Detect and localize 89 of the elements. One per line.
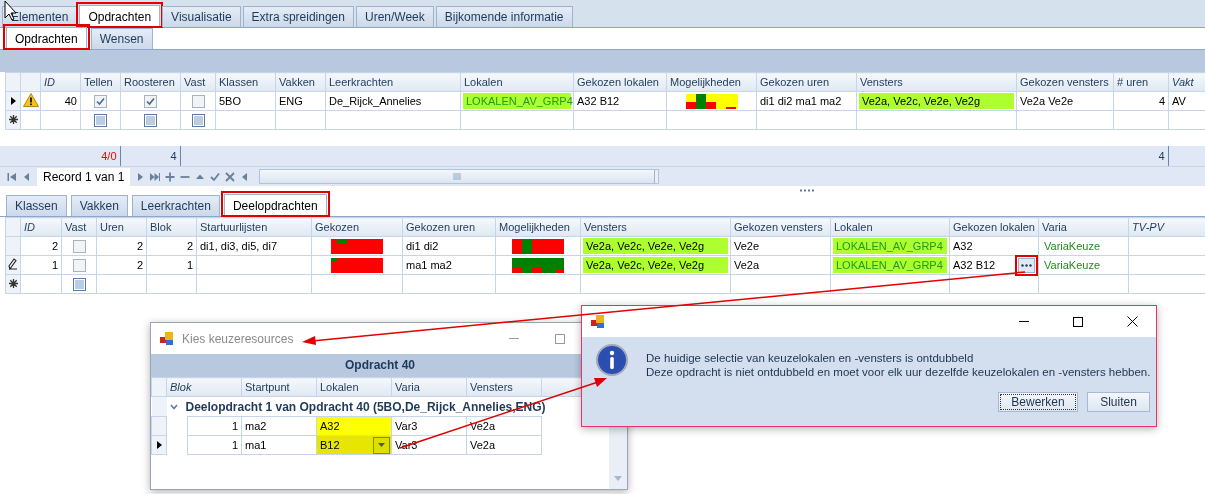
column-header[interactable]: Klassen	[215, 72, 276, 92]
tab[interactable]: Bijkomende informatie	[435, 6, 573, 27]
column-header[interactable]: ID	[20, 217, 62, 237]
message-text: De huidige selectie van keuzelokalen en -vensters is ontdubbeld	[646, 352, 975, 364]
table-cell: B12	[320, 439, 340, 451]
table-cell: di1, di3, di5, di7	[196, 236, 312, 256]
table-cell: 5BO	[215, 91, 276, 111]
column-header[interactable]: Gekozen vensters	[730, 217, 831, 237]
table-cell: 2	[146, 236, 197, 256]
table-cell: 40	[40, 91, 81, 111]
column-header[interactable]: Startuurlijsten	[196, 217, 312, 237]
tab[interactable]: Klassen	[6, 195, 67, 216]
table-cell: A32	[949, 236, 1039, 256]
table-cell: ENG	[275, 91, 326, 111]
column-header[interactable]: Varia	[391, 377, 467, 397]
tab[interactable]: Opdrachten	[6, 27, 87, 49]
table-cell: Var3	[391, 416, 467, 436]
column-header[interactable]: Uren	[96, 217, 147, 237]
table-cell: 2	[96, 236, 147, 256]
column-header[interactable]: Gekozen lokalen	[949, 217, 1039, 237]
table-cell: 2	[96, 255, 147, 275]
column-header[interactable]: TV-PV	[1128, 217, 1205, 237]
table-cell: di1 di2	[402, 236, 496, 256]
tab[interactable]: Opdrachten	[79, 5, 161, 27]
column-header[interactable]: # uren	[1113, 72, 1169, 92]
column-header[interactable]: Varia	[1038, 217, 1129, 237]
table-cell: Ve2a, Ve2c, Ve2e, Ve2g	[583, 257, 728, 273]
table-cell: A32 B12	[953, 259, 996, 271]
table-cell: ma1 ma2	[402, 255, 496, 275]
table-cell: Ve2e	[730, 236, 831, 256]
column-header[interactable]: Blok	[146, 217, 197, 237]
table-cell: 1	[20, 255, 62, 275]
table-cell: ma2	[241, 416, 317, 436]
table-cell: Ve2a, Ve2c, Ve2e, Ve2g	[859, 93, 1014, 109]
column-header[interactable]: Mogelijkheden	[495, 217, 581, 237]
tab[interactable]: Wensen	[90, 28, 153, 49]
column-header[interactable]: Roosteren	[120, 72, 181, 92]
column-header[interactable]: Vensters	[466, 377, 542, 397]
table-cell: LOKALEN_AV_GRP4	[833, 257, 947, 273]
column-header[interactable]: ID	[40, 72, 81, 92]
dialog-button[interactable]: Sluiten	[1087, 392, 1150, 412]
table-cell: A32 B12	[573, 91, 667, 111]
column-header[interactable]: Gekozen uren	[402, 217, 496, 237]
tab[interactable]: Uren/Week	[355, 6, 434, 27]
column-header[interactable]: Vast	[61, 217, 97, 237]
table-cell: Ve2a Ve2e	[1016, 91, 1114, 111]
column-header[interactable]: Lokalen	[830, 217, 950, 237]
table-cell: 1	[187, 435, 242, 455]
table-cell: LOKALEN_AV_GRP4	[833, 238, 947, 254]
column-header[interactable]: Gekozen uren	[756, 72, 857, 92]
table-cell: Ve2a	[466, 435, 542, 455]
table-cell: A32	[316, 416, 392, 436]
column-header[interactable]: Tellen	[80, 72, 121, 92]
column-header[interactable]: Vast	[180, 72, 216, 92]
table-cell: VariaKeuze	[1038, 255, 1129, 275]
tab[interactable]: Deelopdrachten	[223, 194, 327, 216]
table-cell: 4	[1113, 91, 1169, 111]
table-cell: Ve2a, Ve2c, Ve2e, Ve2g	[583, 238, 728, 254]
table-cell: 1	[146, 255, 197, 275]
column-header[interactable]: Gekozen lokalen	[573, 72, 667, 92]
table-cell: 2	[20, 236, 62, 256]
window-title: Kies keuzeresources	[182, 331, 294, 346]
table-cell: De_Rijck_Annelies	[325, 91, 461, 111]
tab[interactable]: Vakken	[70, 195, 128, 216]
column-header[interactable]: Lokalen	[460, 72, 574, 92]
column-header[interactable]: Lokalen	[316, 377, 392, 397]
column-header[interactable]: Gekozen	[311, 217, 403, 237]
column-header[interactable]: Mogelijkheden	[666, 72, 757, 92]
message-text: Deze opdracht is niet ontdubbeld en moet voor elk uur dezelfde keuzelokalen en -vensters hebben.	[646, 366, 1151, 378]
record-label: Record 1 van 1	[37, 167, 131, 186]
tab[interactable]: Extra spreidingen	[242, 6, 354, 27]
column-header[interactable]: Leerkrachten	[325, 72, 461, 92]
column-header[interactable]: Blok	[166, 377, 242, 397]
table-cell: ma1	[241, 435, 317, 455]
column-header[interactable]: Vakt	[1168, 72, 1205, 92]
column-header[interactable]: Startpunt	[241, 377, 317, 397]
summary-value: 4	[120, 146, 180, 166]
table-cell: Ve2a	[730, 255, 831, 275]
table-cell: Ve2a	[466, 416, 542, 436]
column-header[interactable]: Vakken	[275, 72, 326, 92]
dialog-button[interactable]: Bewerken	[998, 392, 1078, 412]
column-header[interactable]: Gekozen vensters	[1016, 72, 1114, 92]
column-header[interactable]: Vensters	[856, 72, 1017, 92]
column-header[interactable]: Vensters	[580, 217, 731, 237]
tab[interactable]: Leerkrachten	[131, 195, 220, 216]
table-cell: di1 di2 ma1 ma2	[756, 91, 857, 111]
table-cell: 1	[187, 416, 242, 436]
tab[interactable]: Visualisatie	[162, 6, 241, 27]
table-cell: VariaKeuze	[1038, 236, 1129, 256]
